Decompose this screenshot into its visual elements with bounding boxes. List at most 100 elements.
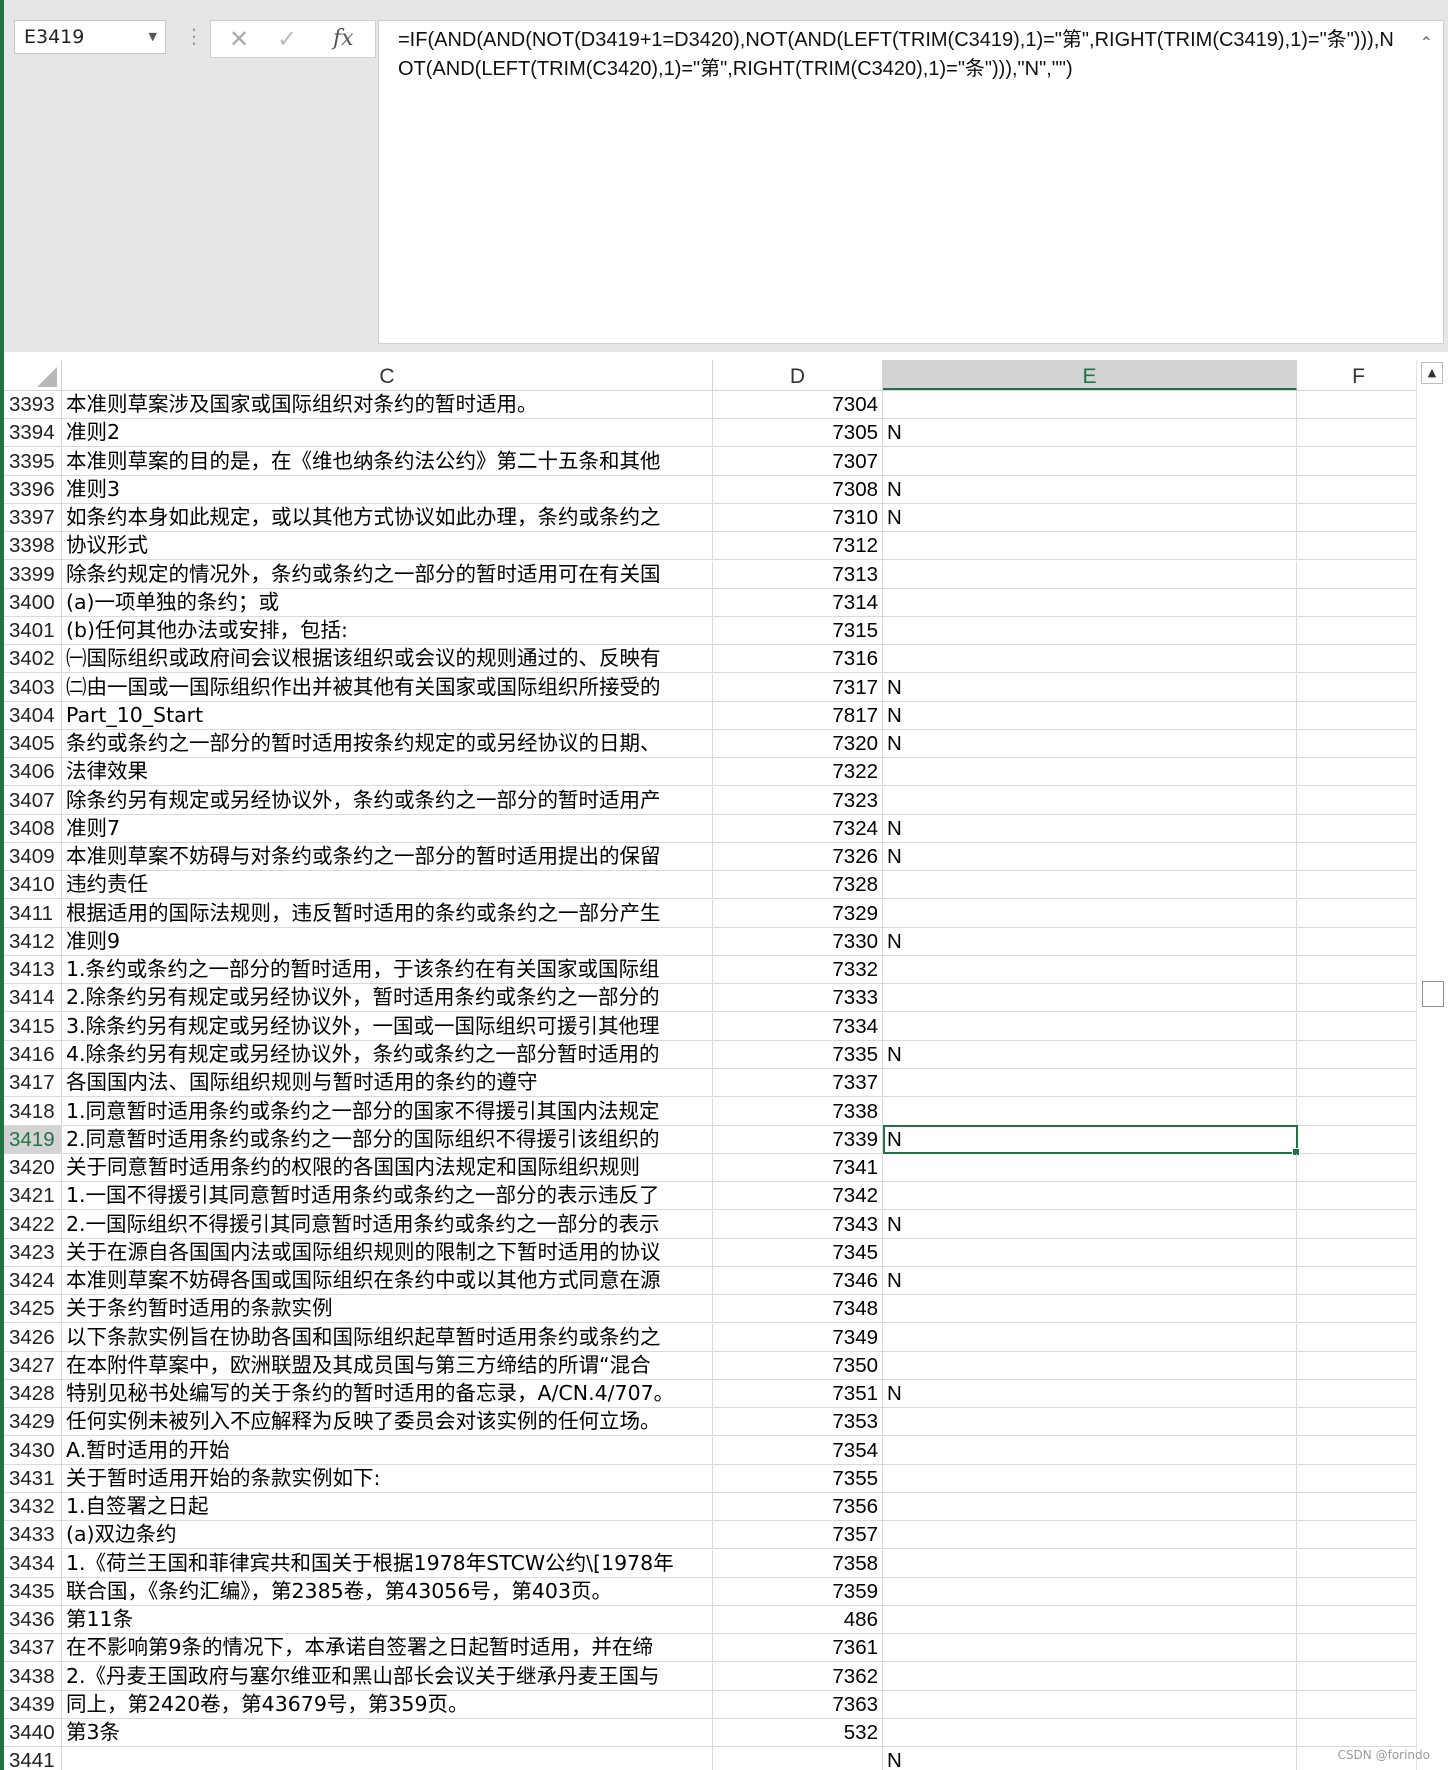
cell-c[interactable]: 1.条约或条约之一部分的暂时适用，于该条约在有关国家或国际组 <box>62 956 713 984</box>
cell-e[interactable] <box>883 1408 1297 1436</box>
cell-f[interactable] <box>1297 730 1416 757</box>
cell-c[interactable]: 除条约另有规定或另经协议外，条约或条约之一部分的暂时适用产 <box>62 786 713 814</box>
cell-c[interactable]: 本准则草案不妨碍与对条约或条约之一部分的暂时适用提出的保留 <box>62 843 713 871</box>
cell-f[interactable] <box>1297 1634 1416 1661</box>
cell-d[interactable]: 7315 <box>713 617 883 645</box>
row-number[interactable]: 3434 <box>4 1549 62 1577</box>
cell-d[interactable]: 7361 <box>713 1634 883 1662</box>
row-number[interactable]: 3403 <box>4 673 62 701</box>
cell-f[interactable] <box>1297 561 1416 588</box>
cell-d[interactable]: 7314 <box>713 588 883 616</box>
row-number[interactable]: 3426 <box>4 1323 62 1351</box>
cell-e[interactable] <box>883 1549 1297 1577</box>
cell-f[interactable] <box>1297 1126 1416 1153</box>
cell-c[interactable]: 任何实例未被列入不应解释为反映了委员会对该实例的任何立场。 <box>62 1408 713 1436</box>
cell-c[interactable]: ㈠国际组织或政府间会议根据该组织或会议的规则通过的、反映有 <box>62 645 713 673</box>
row-number[interactable]: 3409 <box>4 843 62 871</box>
cell-f[interactable] <box>1297 787 1416 814</box>
row-number[interactable]: 3437 <box>4 1634 62 1662</box>
cell-e[interactable] <box>883 1521 1297 1549</box>
cell-c[interactable]: 条约或条约之一部分的暂时适用按条约规定的或另经协议的日期、 <box>62 730 713 758</box>
cell-c[interactable] <box>62 1747 713 1770</box>
row-number[interactable]: 3421 <box>4 1182 62 1210</box>
cell-c[interactable]: 以下条款实例旨在协助各国和国际组织起草暂时适用条约或条约之 <box>62 1323 713 1351</box>
cell-c[interactable]: 1.同意暂时适用条约或条约之一部分的国家不得援引其国内法规定 <box>62 1097 713 1125</box>
cell-d[interactable]: 532 <box>713 1719 883 1747</box>
cell-c[interactable]: 准则3 <box>62 475 713 503</box>
cell-d[interactable]: 7339 <box>713 1125 883 1153</box>
cell-f[interactable] <box>1297 1550 1416 1577</box>
row-number[interactable]: 3414 <box>4 984 62 1012</box>
row-number[interactable]: 3393 <box>4 391 62 418</box>
cell-c[interactable]: 4.除条约另有规定或另经协议外，条约或条约之一部分暂时适用的 <box>62 1040 713 1068</box>
cell-d[interactable]: 7312 <box>713 532 883 560</box>
row-number[interactable]: 3399 <box>4 560 62 588</box>
row-number[interactable]: 3407 <box>4 786 62 814</box>
name-box[interactable]: E3419 ▼ <box>14 20 166 54</box>
cell-c[interactable]: 准则2 <box>62 419 713 447</box>
cell-e[interactable] <box>883 1690 1297 1718</box>
row-number[interactable]: 3441 <box>4 1747 62 1770</box>
cell-d[interactable]: 7349 <box>713 1323 883 1351</box>
cell-e[interactable]: N <box>883 419 1297 447</box>
cell-f[interactable] <box>1297 1408 1416 1435</box>
cell-d[interactable]: 7329 <box>713 899 883 927</box>
cell-f[interactable] <box>1297 1154 1416 1181</box>
cell-c[interactable]: 第11条 <box>62 1606 713 1634</box>
row-number[interactable]: 3400 <box>4 588 62 616</box>
cancel-icon[interactable]: ✕ <box>229 25 249 53</box>
cell-e[interactable]: N <box>883 1747 1297 1770</box>
row-number[interactable]: 3410 <box>4 871 62 899</box>
cell-c[interactable]: 本准则草案涉及国家或国际组织对条约的暂时适用。 <box>62 391 713 418</box>
cell-e[interactable] <box>883 560 1297 588</box>
row-number[interactable]: 3394 <box>4 419 62 447</box>
cell-e[interactable] <box>883 871 1297 899</box>
cell-d[interactable]: 7362 <box>713 1662 883 1690</box>
row-number[interactable]: 3422 <box>4 1210 62 1238</box>
more-options-icon[interactable]: ⋮ <box>184 24 204 48</box>
cell-d[interactable]: 7322 <box>713 758 883 786</box>
cell-c[interactable]: 3.除条约另有规定或另经协议外，一国或一国际组织可援引其他理 <box>62 1012 713 1040</box>
cell-d[interactable]: 7333 <box>713 984 883 1012</box>
cell-f[interactable] <box>1297 1691 1416 1718</box>
cell-d[interactable]: 7359 <box>713 1577 883 1605</box>
row-number[interactable]: 3427 <box>4 1351 62 1379</box>
cell-c[interactable]: 在本附件草案中，欧洲联盟及其成员国与第三方缔结的所谓“混合 <box>62 1351 713 1379</box>
cell-f[interactable] <box>1297 419 1416 446</box>
cell-e[interactable] <box>883 1351 1297 1379</box>
cell-d[interactable]: 7355 <box>713 1464 883 1492</box>
cell-f[interactable] <box>1297 1521 1416 1548</box>
cell-c[interactable]: 协议形式 <box>62 532 713 560</box>
cell-c[interactable]: 准则9 <box>62 927 713 955</box>
cell-e[interactable] <box>883 1182 1297 1210</box>
cell-c[interactable]: 2.除条约另有规定或另经协议外，暂时适用条约或条约之一部分的 <box>62 984 713 1012</box>
cell-c[interactable]: 2.《丹麦王国政府与塞尔维亚和黑山部长会议关于继承丹麦王国与 <box>62 1662 713 1690</box>
row-number[interactable]: 3420 <box>4 1154 62 1182</box>
cell-e[interactable] <box>883 1238 1297 1266</box>
cell-c[interactable]: 在不影响第9条的情况下，本承诺自签署之日起暂时适用，并在缔 <box>62 1634 713 1662</box>
row-number[interactable]: 3417 <box>4 1069 62 1097</box>
row-number[interactable]: 3430 <box>4 1436 62 1464</box>
cell-e[interactable]: N <box>883 1040 1297 1068</box>
cell-c[interactable]: 本准则草案的目的是，在《维也纳条约法公约》第二十五条和其他 <box>62 447 713 475</box>
row-number[interactable]: 3411 <box>4 899 62 927</box>
cell-c[interactable]: (a)双边条约 <box>62 1521 713 1549</box>
cell-f[interactable] <box>1297 1606 1416 1633</box>
cell-e[interactable]: N <box>883 701 1297 729</box>
cell-c[interactable]: Part_10_Start <box>62 701 713 729</box>
cell-c[interactable]: 2.同意暂时适用条约或条约之一部分的国际组织不得援引该组织的 <box>62 1125 713 1153</box>
cell-e[interactable] <box>883 1606 1297 1634</box>
cell-e[interactable]: N <box>883 927 1297 955</box>
cell-c[interactable]: 法律效果 <box>62 758 713 786</box>
cell-d[interactable]: 7337 <box>713 1069 883 1097</box>
row-number[interactable]: 3397 <box>4 504 62 532</box>
cell-e[interactable] <box>883 1577 1297 1605</box>
cell-d[interactable]: 7350 <box>713 1351 883 1379</box>
row-number[interactable]: 3435 <box>4 1577 62 1605</box>
row-number[interactable]: 3423 <box>4 1238 62 1266</box>
cell-f[interactable] <box>1297 504 1416 531</box>
scroll-up-icon[interactable]: ▲ <box>1421 362 1443 384</box>
row-number[interactable]: 3439 <box>4 1690 62 1718</box>
cell-e[interactable] <box>883 532 1297 560</box>
cell-d[interactable]: 7357 <box>713 1521 883 1549</box>
